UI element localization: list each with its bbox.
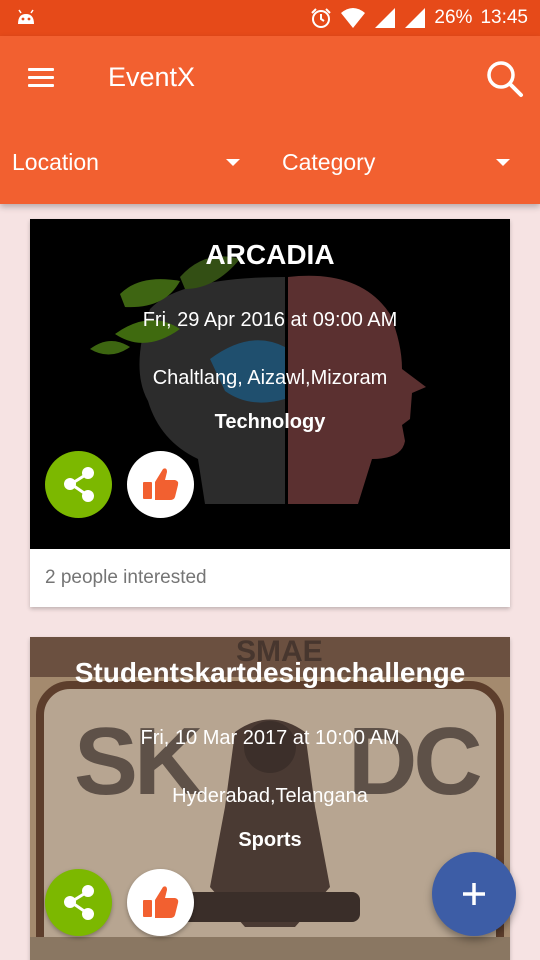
share-icon [64, 467, 94, 502]
share-button[interactable] [45, 451, 112, 518]
share-button[interactable] [45, 869, 112, 936]
category-filter-label: Category [282, 148, 376, 175]
interested-count: 2 people interested [45, 567, 207, 588]
dropdown-arrow-icon [496, 159, 510, 166]
event-title: Studentskartdesignchallenge [74, 657, 466, 688]
dropdown-arrow-icon [226, 159, 240, 166]
event-location: Hyderabad,Telangana [172, 785, 368, 807]
status-bar: 26% 13:45 [0, 0, 540, 36]
signal-icon [375, 8, 396, 28]
wifi-icon [341, 8, 366, 28]
event-image: ARCADIA Fri, 29 Apr 2016 at 09:00 AM Cha… [30, 219, 510, 549]
search-icon[interactable] [484, 58, 524, 98]
category-filter[interactable]: Category [282, 144, 518, 180]
app-bar: EventX Location Category [0, 36, 540, 204]
event-card[interactable]: ARCADIA Fri, 29 Apr 2016 at 09:00 AM Cha… [30, 219, 510, 607]
thumbs-up-icon [143, 886, 179, 918]
signal-icon [405, 8, 426, 28]
location-filter-label: Location [12, 148, 99, 175]
event-location: Chaltlang, Aizawl,Mizoram [152, 367, 388, 389]
event-title: ARCADIA [205, 239, 335, 270]
menu-icon[interactable] [26, 66, 58, 90]
thumbs-up-icon [143, 468, 179, 500]
event-category: Technology [214, 411, 326, 433]
like-button[interactable] [127, 451, 194, 518]
event-category: Sports [238, 829, 302, 851]
alarm-icon [311, 8, 332, 28]
like-button[interactable] [127, 869, 194, 936]
location-filter[interactable]: Location [12, 144, 248, 180]
event-date: Fri, 29 Apr 2016 at 09:00 AM [142, 309, 398, 331]
battery-percent: 26% [434, 7, 473, 28]
add-event-button[interactable] [432, 852, 516, 936]
event-date: Fri, 10 Mar 2017 at 10:00 AM [140, 727, 400, 749]
clock: 13:45 [480, 7, 528, 28]
plus-icon [463, 883, 485, 905]
android-icon [18, 9, 34, 24]
app-title: EventX [108, 62, 196, 92]
share-icon [64, 885, 94, 920]
